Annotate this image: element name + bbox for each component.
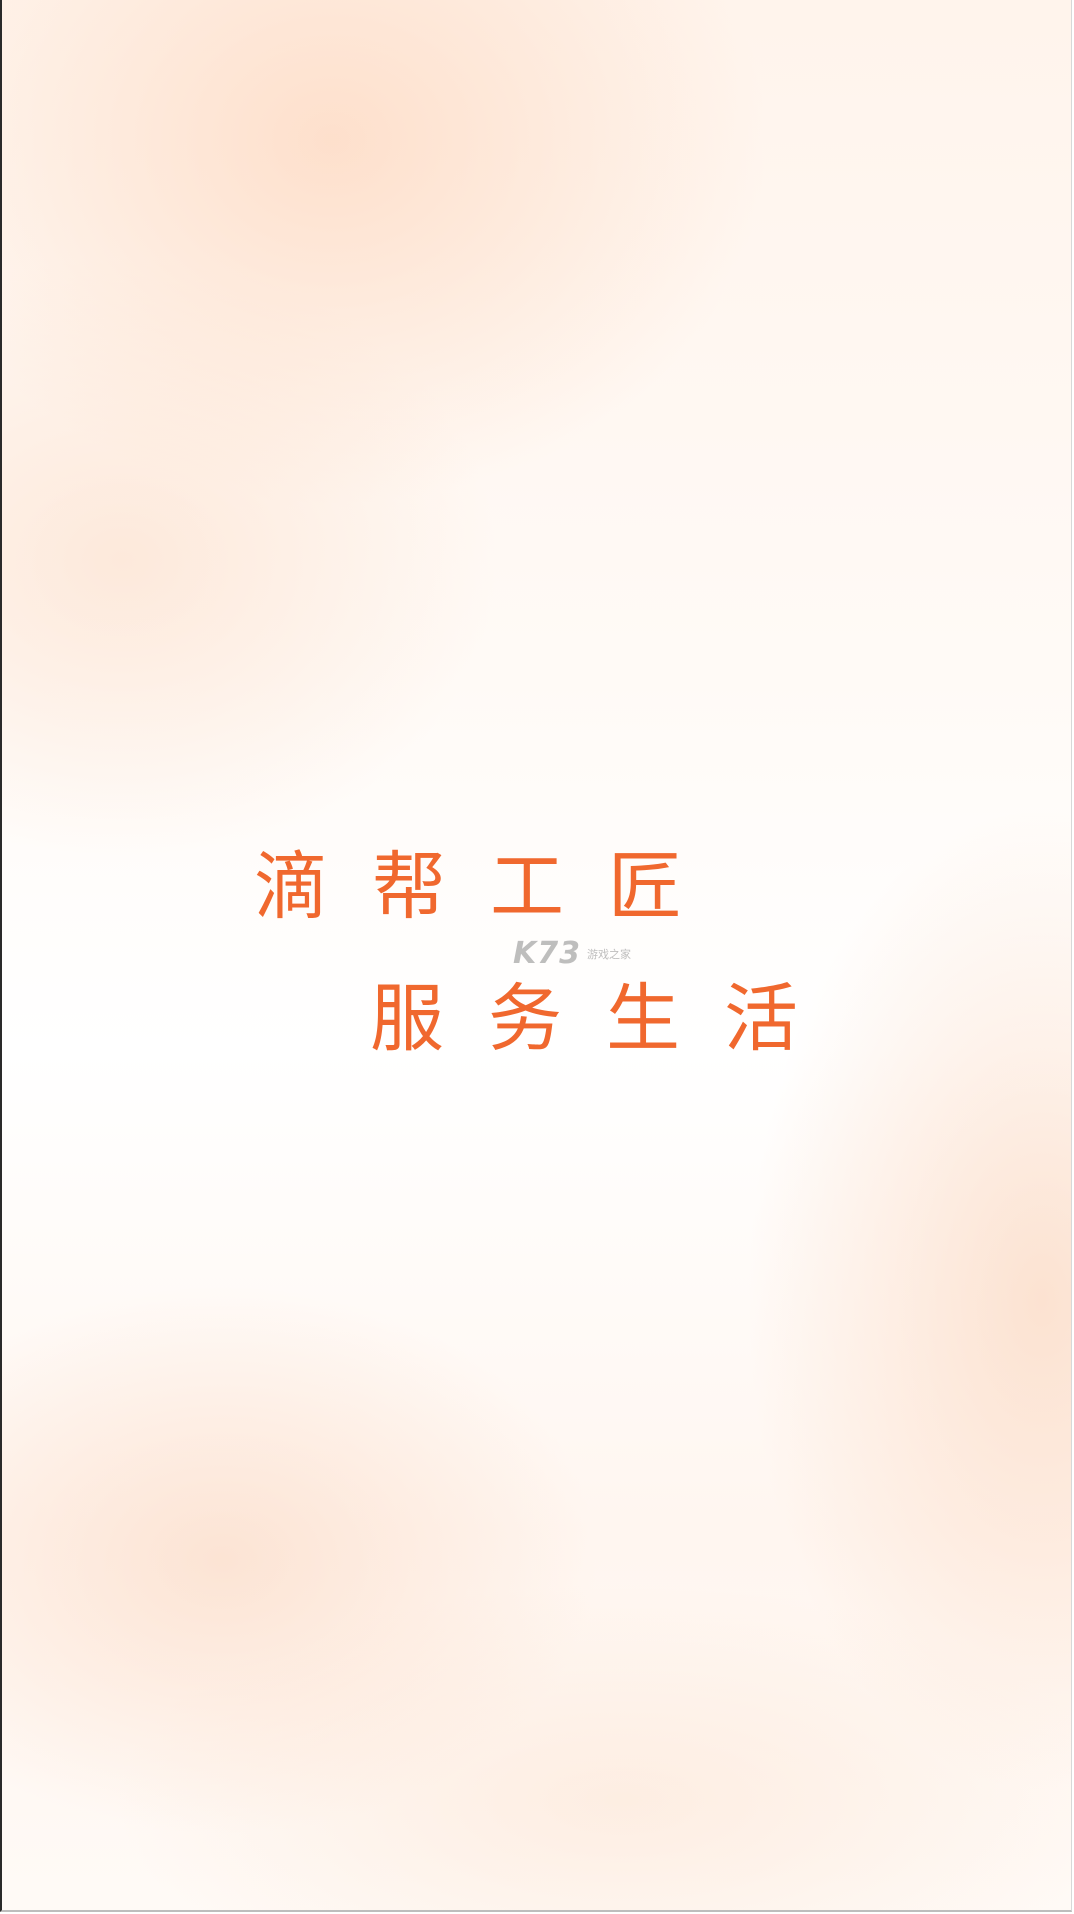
slogan-line-2: 服务生活 <box>370 976 842 1062</box>
slogan-line-1: 滴帮工匠 <box>254 844 726 930</box>
watermark-logo: K73 <box>513 936 581 971</box>
watermark-site-text: 游戏之家 <box>587 947 631 961</box>
watermark: K73 游戏之家 <box>513 936 631 971</box>
splash-screen: 滴帮工匠 服务生活 K73 游戏之家 <box>0 0 1072 1912</box>
